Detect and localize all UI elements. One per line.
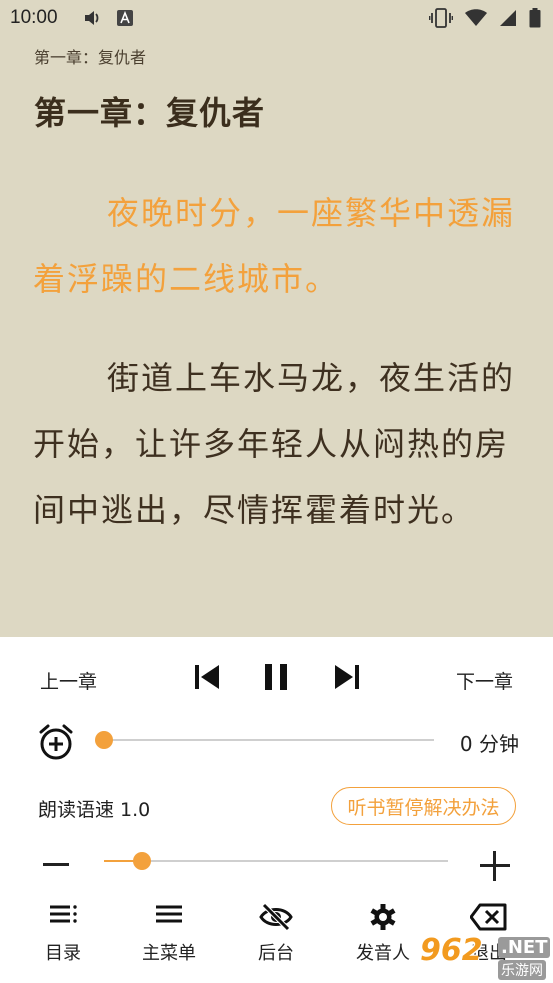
speed-slider-track[interactable]: [104, 860, 448, 862]
toc-icon: [48, 903, 78, 929]
tts-control-panel: 上一章 下一章 0 分钟 朗读语速 1.0 听书暂停解决办法 目录 主菜单 后台…: [0, 637, 553, 983]
backspace-icon: [469, 903, 508, 935]
battery-icon: [529, 8, 541, 28]
font-a-icon: [116, 9, 134, 27]
nav-item-voice[interactable]: 发音人: [338, 895, 428, 975]
decrease-speed-button[interactable]: [40, 849, 72, 881]
status-bar: 10:00: [0, 0, 553, 36]
watermark-logo: 962 .NET 乐游网: [420, 933, 551, 981]
speed-row: 朗读语速 1.0 听书暂停解决办法: [0, 787, 553, 827]
eye-off-icon: [259, 903, 293, 935]
skip-next-icon[interactable]: [331, 661, 363, 693]
watermark-net: .NET: [498, 937, 551, 958]
chapter-title: 第一章：复仇者: [34, 94, 266, 132]
prev-chapter-button[interactable]: 上一章: [40, 667, 97, 694]
vibrate-icon: [429, 8, 453, 28]
timer-slider-track[interactable]: [104, 739, 434, 741]
pause-icon[interactable]: [260, 661, 292, 693]
menu-icon: [154, 903, 184, 929]
speed-slider-row: [0, 841, 553, 881]
nav-item-label: 后台: [258, 943, 294, 964]
watermark-sub: 乐游网: [498, 960, 546, 980]
timer-slider-thumb[interactable]: [95, 731, 113, 749]
next-chapter-button[interactable]: 下一章: [456, 667, 513, 694]
nav-item-label: 发音人: [356, 943, 410, 964]
speed-label: 朗读语速 1.0: [38, 799, 151, 821]
timer-value: 0 分钟: [459, 732, 519, 756]
increase-speed-button[interactable]: [478, 849, 512, 883]
nav-item-toc[interactable]: 目录: [18, 895, 108, 975]
header-chapter-name: 第一章：复仇者: [34, 48, 147, 67]
nav-item-label: 主菜单: [142, 943, 196, 964]
skip-previous-icon[interactable]: [191, 661, 223, 693]
status-time: 10:00: [10, 7, 58, 28]
alarm-add-icon[interactable]: [38, 723, 74, 765]
pause-help-button[interactable]: 听书暂停解决办法: [331, 787, 516, 825]
watermark-main: 962: [420, 933, 483, 968]
paragraph-highlighted: 夜晚时分，一座繁华中透漏着浮躁的二线城市。: [33, 194, 516, 298]
volume-icon: [82, 8, 102, 28]
playback-row: 上一章 下一章: [0, 637, 553, 717]
speed-slider-thumb[interactable]: [132, 852, 151, 870]
nav-item-main-menu[interactable]: 主菜单: [124, 895, 214, 975]
wifi-icon: [465, 9, 487, 27]
nav-item-background[interactable]: 后台: [231, 895, 321, 975]
paragraph: 街道上车水马龙，夜生活的开始，让许多年轻人从闷热的房间中逃出，尽情挥霍着时光。: [33, 359, 516, 529]
signal-icon: [499, 9, 517, 27]
gear-icon: [369, 903, 397, 935]
sleep-timer-row: 0 分钟: [0, 721, 553, 765]
nav-item-label: 目录: [45, 943, 81, 964]
